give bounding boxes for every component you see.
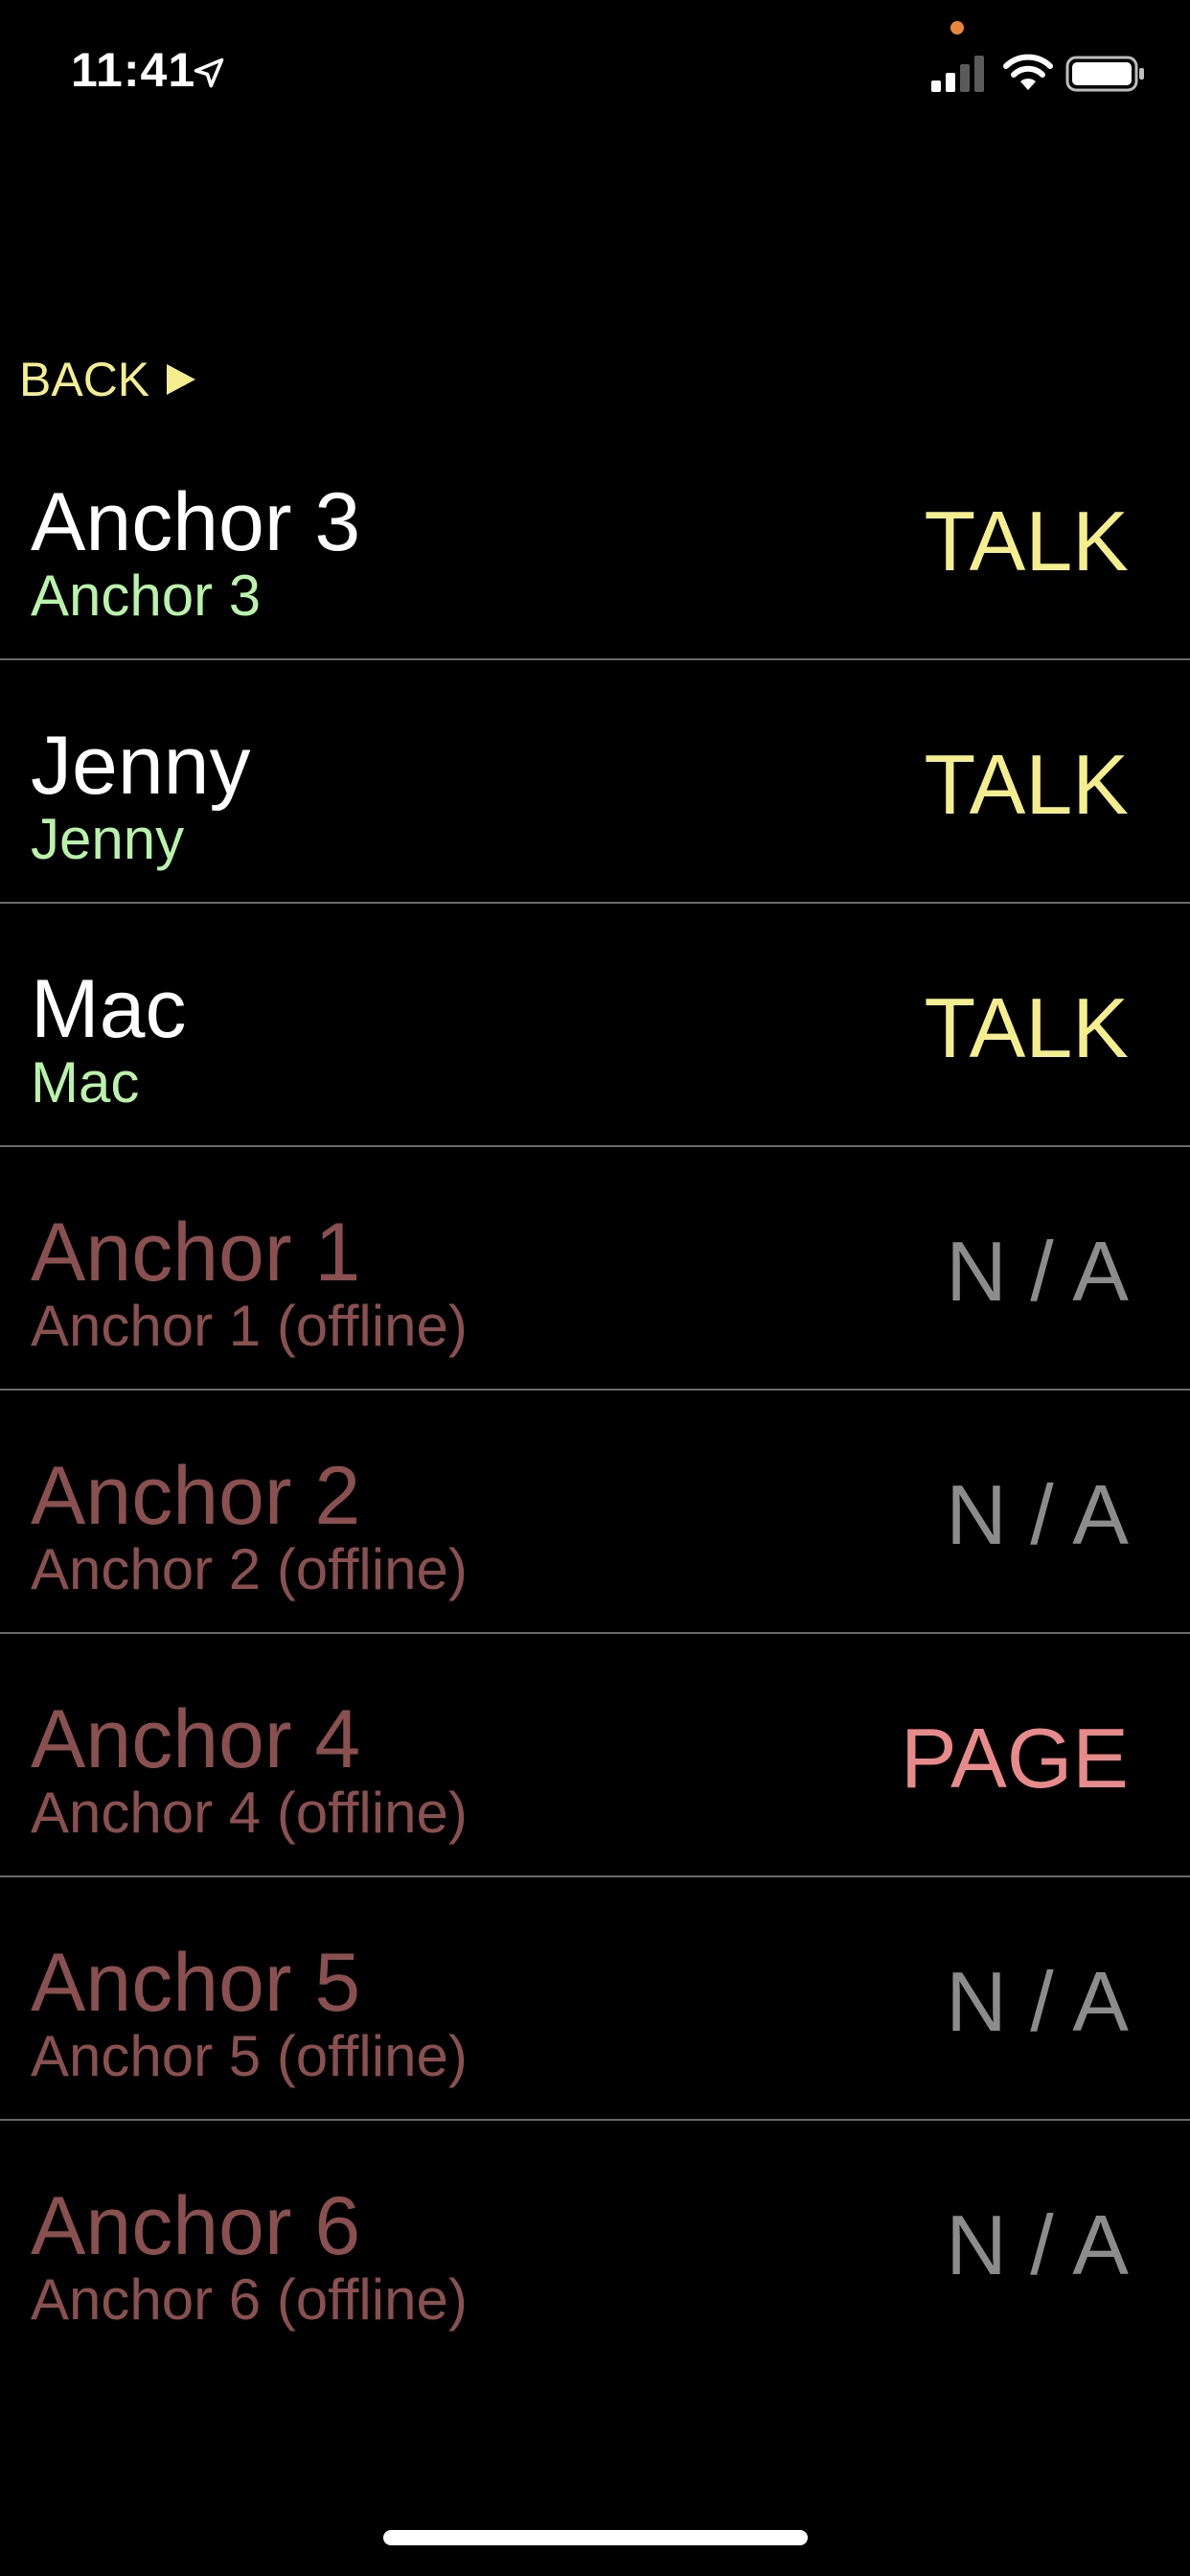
- contact-name: Anchor 4: [31, 1693, 361, 1785]
- na-label: N / A: [946, 1467, 1129, 1562]
- contact-row[interactable]: Mac Mac TALK: [0, 904, 1190, 1147]
- na-label: N / A: [946, 1224, 1129, 1319]
- play-arrow-icon: [167, 364, 196, 395]
- contact-name: Anchor 5: [31, 1937, 361, 2029]
- contact-status: Anchor 4 (offline): [31, 1781, 468, 1845]
- contact-list: Anchor 3 Anchor 3 TALK Jenny Jenny TALK Mac Mac…: [0, 417, 1190, 2364]
- battery-icon: [1065, 56, 1144, 92]
- contact-name: Anchor 2: [31, 1450, 361, 1542]
- status-bar: 11:41: [0, 0, 1190, 144]
- contact-status: Mac: [31, 1050, 140, 1115]
- contact-name: Anchor 1: [31, 1207, 361, 1299]
- signal-icon: [931, 56, 984, 92]
- contact-status: Anchor 6 (offline): [31, 2267, 468, 2332]
- contact-name: Anchor 3: [31, 476, 361, 568]
- status-time: 11:41: [71, 43, 196, 97]
- location-arrow-icon: [194, 58, 224, 88]
- wifi-icon: [1003, 54, 1053, 90]
- talk-button[interactable]: TALK: [924, 494, 1129, 589]
- contact-row[interactable]: Anchor 5 Anchor 5 (offline) N / A: [0, 1877, 1190, 2121]
- contact-status: Anchor 2 (offline): [31, 1537, 468, 1601]
- contact-row[interactable]: Jenny Jenny TALK: [0, 660, 1190, 904]
- home-indicator[interactable]: [383, 2530, 808, 2545]
- contact-status: Anchor 3: [31, 564, 262, 628]
- na-label: N / A: [946, 1954, 1129, 2049]
- contact-row[interactable]: Anchor 1 Anchor 1 (offline) N / A: [0, 1147, 1190, 1391]
- talk-button[interactable]: TALK: [924, 980, 1129, 1076]
- contact-name: Mac: [31, 963, 187, 1055]
- contact-name: Jenny: [31, 720, 251, 812]
- contact-row[interactable]: Anchor 3 Anchor 3 TALK: [0, 417, 1190, 660]
- contact-status: Jenny: [31, 807, 185, 871]
- contact-row[interactable]: Anchor 2 Anchor 2 (offline) N / A: [0, 1391, 1190, 1634]
- contact-status: Anchor 1 (offline): [31, 1294, 468, 1358]
- contact-name: Anchor 6: [31, 2180, 361, 2272]
- page-button[interactable]: PAGE: [901, 1711, 1129, 1806]
- contact-row[interactable]: Anchor 4 Anchor 4 (offline) PAGE: [0, 1634, 1190, 1877]
- contact-row[interactable]: Anchor 6 Anchor 6 (offline) N / A: [0, 2121, 1190, 2364]
- privacy-indicator-dot: [950, 21, 964, 34]
- contact-status: Anchor 5 (offline): [31, 2024, 468, 2088]
- back-button-label: BACK: [19, 353, 150, 406]
- na-label: N / A: [946, 2197, 1129, 2292]
- talk-button[interactable]: TALK: [924, 737, 1129, 833]
- back-button[interactable]: BACK: [19, 351, 196, 408]
